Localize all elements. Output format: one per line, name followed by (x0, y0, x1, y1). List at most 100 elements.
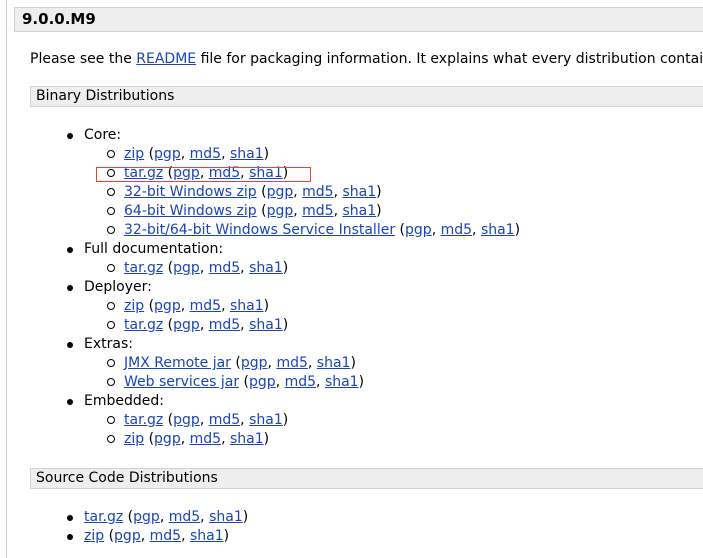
sha1-link[interactable]: sha1 (343, 203, 377, 219)
embedded-targz-link[interactable]: tar.gz (124, 412, 163, 428)
pgp-link[interactable]: pgp (249, 374, 276, 390)
sha1-link[interactable]: sha1 (249, 260, 283, 276)
sig-open: ( (104, 528, 115, 544)
md5-link[interactable]: md5 (441, 222, 472, 238)
pgp-link[interactable]: pgp (173, 165, 200, 181)
sha1-link[interactable]: sha1 (481, 222, 515, 238)
sig-sep: , (240, 317, 250, 333)
sig-sep: , (221, 146, 230, 162)
circle-bullet (107, 264, 115, 272)
sig-sep: , (240, 260, 250, 276)
md5-link[interactable]: md5 (209, 412, 240, 428)
web-services-jar-link[interactable]: Web services jar (124, 374, 239, 390)
pgp-link[interactable]: pgp (173, 260, 200, 276)
sig-close: ) (358, 374, 365, 390)
sig-sep: , (275, 374, 285, 390)
sha1-link[interactable]: sha1 (190, 528, 224, 544)
sig-sep: , (316, 374, 325, 390)
pgp-link[interactable]: pgp (405, 222, 432, 238)
sig-open: ( (256, 184, 267, 200)
version-header: 9.0.0.M9 (14, 7, 703, 32)
md5-link[interactable]: md5 (302, 184, 333, 200)
sig-sep: , (293, 203, 303, 219)
sig-close: ) (376, 203, 382, 219)
sig-open: ( (144, 431, 155, 447)
pgp-link[interactable]: pgp (114, 528, 141, 544)
sig-close: ) (282, 412, 289, 428)
sig-close: ) (223, 528, 230, 544)
pgp-link[interactable]: pgp (133, 509, 160, 525)
bullet (67, 247, 73, 253)
pgp-link[interactable]: pgp (241, 355, 268, 371)
core-label: Core: (84, 127, 122, 143)
sha1-link[interactable]: sha1 (230, 146, 264, 162)
deployer-zip-link[interactable]: zip (124, 298, 144, 314)
md5-link[interactable]: md5 (169, 509, 200, 525)
intro-before: Please see the (30, 51, 137, 67)
sig-sep: , (199, 317, 209, 333)
sig-sep: , (199, 260, 209, 276)
sha1-link[interactable]: sha1 (249, 165, 283, 181)
md5-link[interactable]: md5 (190, 146, 221, 162)
sha1-link[interactable]: sha1 (325, 374, 359, 390)
pgp-link[interactable]: pgp (173, 317, 200, 333)
md5-link[interactable]: md5 (209, 260, 240, 276)
sha1-link[interactable]: sha1 (317, 355, 351, 371)
sig-open: ( (123, 509, 134, 525)
readme-link[interactable]: README (136, 51, 196, 67)
pgp-link[interactable]: pgp (154, 298, 181, 314)
md5-link[interactable]: md5 (209, 317, 240, 333)
sha1-link[interactable]: sha1 (249, 317, 283, 333)
deployer-targz-link[interactable]: tar.gz (124, 317, 163, 333)
md5-link[interactable]: md5 (209, 165, 240, 181)
sig-open: ( (163, 317, 174, 333)
bullet (67, 399, 73, 405)
md5-link[interactable]: md5 (276, 355, 307, 371)
circle-bullet (107, 226, 115, 234)
sha1-link[interactable]: sha1 (209, 509, 243, 525)
sig-sep: , (181, 528, 190, 544)
circle-bullet (107, 435, 115, 443)
pgp-link[interactable]: pgp (154, 146, 181, 162)
pgp-link[interactable]: pgp (173, 412, 200, 428)
jmx-remote-jar-link[interactable]: JMX Remote jar (124, 355, 231, 371)
deployer-label: Deployer: (84, 279, 152, 295)
embedded-label: Embedded: (84, 393, 164, 409)
sha1-link[interactable]: sha1 (230, 431, 264, 447)
embedded-zip-link[interactable]: zip (124, 431, 144, 447)
circle-bullet (107, 169, 115, 177)
core-targz-link[interactable]: tar.gz (124, 165, 163, 181)
sig-sep: , (180, 298, 190, 314)
md5-link[interactable]: md5 (190, 431, 221, 447)
source-targz-link[interactable]: tar.gz (84, 509, 123, 525)
sig-sep: , (199, 412, 209, 428)
extras-label: Extras: (84, 336, 133, 352)
core-win32-zip-link[interactable]: 32-bit Windows zip (124, 184, 257, 200)
sig-open: ( (163, 260, 174, 276)
md5-link[interactable]: md5 (150, 528, 181, 544)
left-rule (6, 0, 7, 558)
sha1-link[interactable]: sha1 (230, 298, 264, 314)
binary-distributions-heading: Binary Distributions (30, 86, 703, 107)
circle-bullet (107, 150, 115, 158)
sig-open: ( (395, 222, 406, 238)
fulldoc-targz-link[interactable]: tar.gz (124, 260, 163, 276)
md5-link[interactable]: md5 (190, 298, 221, 314)
pgp-link[interactable]: pgp (267, 203, 294, 219)
pgp-link[interactable]: pgp (154, 431, 181, 447)
pgp-link[interactable]: pgp (267, 184, 294, 200)
sig-close: ) (282, 317, 289, 333)
md5-link[interactable]: md5 (302, 203, 333, 219)
core-win64-zip-link[interactable]: 64-bit Windows zip (124, 203, 257, 219)
sig-sep: , (180, 146, 190, 162)
core-zip-link[interactable]: zip (124, 146, 144, 162)
md5-link[interactable]: md5 (285, 374, 316, 390)
circle-bullet (107, 378, 115, 386)
sha1-link[interactable]: sha1 (249, 412, 283, 428)
circle-bullet (107, 302, 115, 310)
sha1-link[interactable]: sha1 (343, 184, 377, 200)
sig-sep: , (200, 509, 210, 525)
sig-open: ( (163, 412, 174, 428)
source-zip-link[interactable]: zip (84, 528, 104, 544)
core-installer-link[interactable]: 32-bit/64-bit Windows Service Installer (124, 222, 395, 238)
